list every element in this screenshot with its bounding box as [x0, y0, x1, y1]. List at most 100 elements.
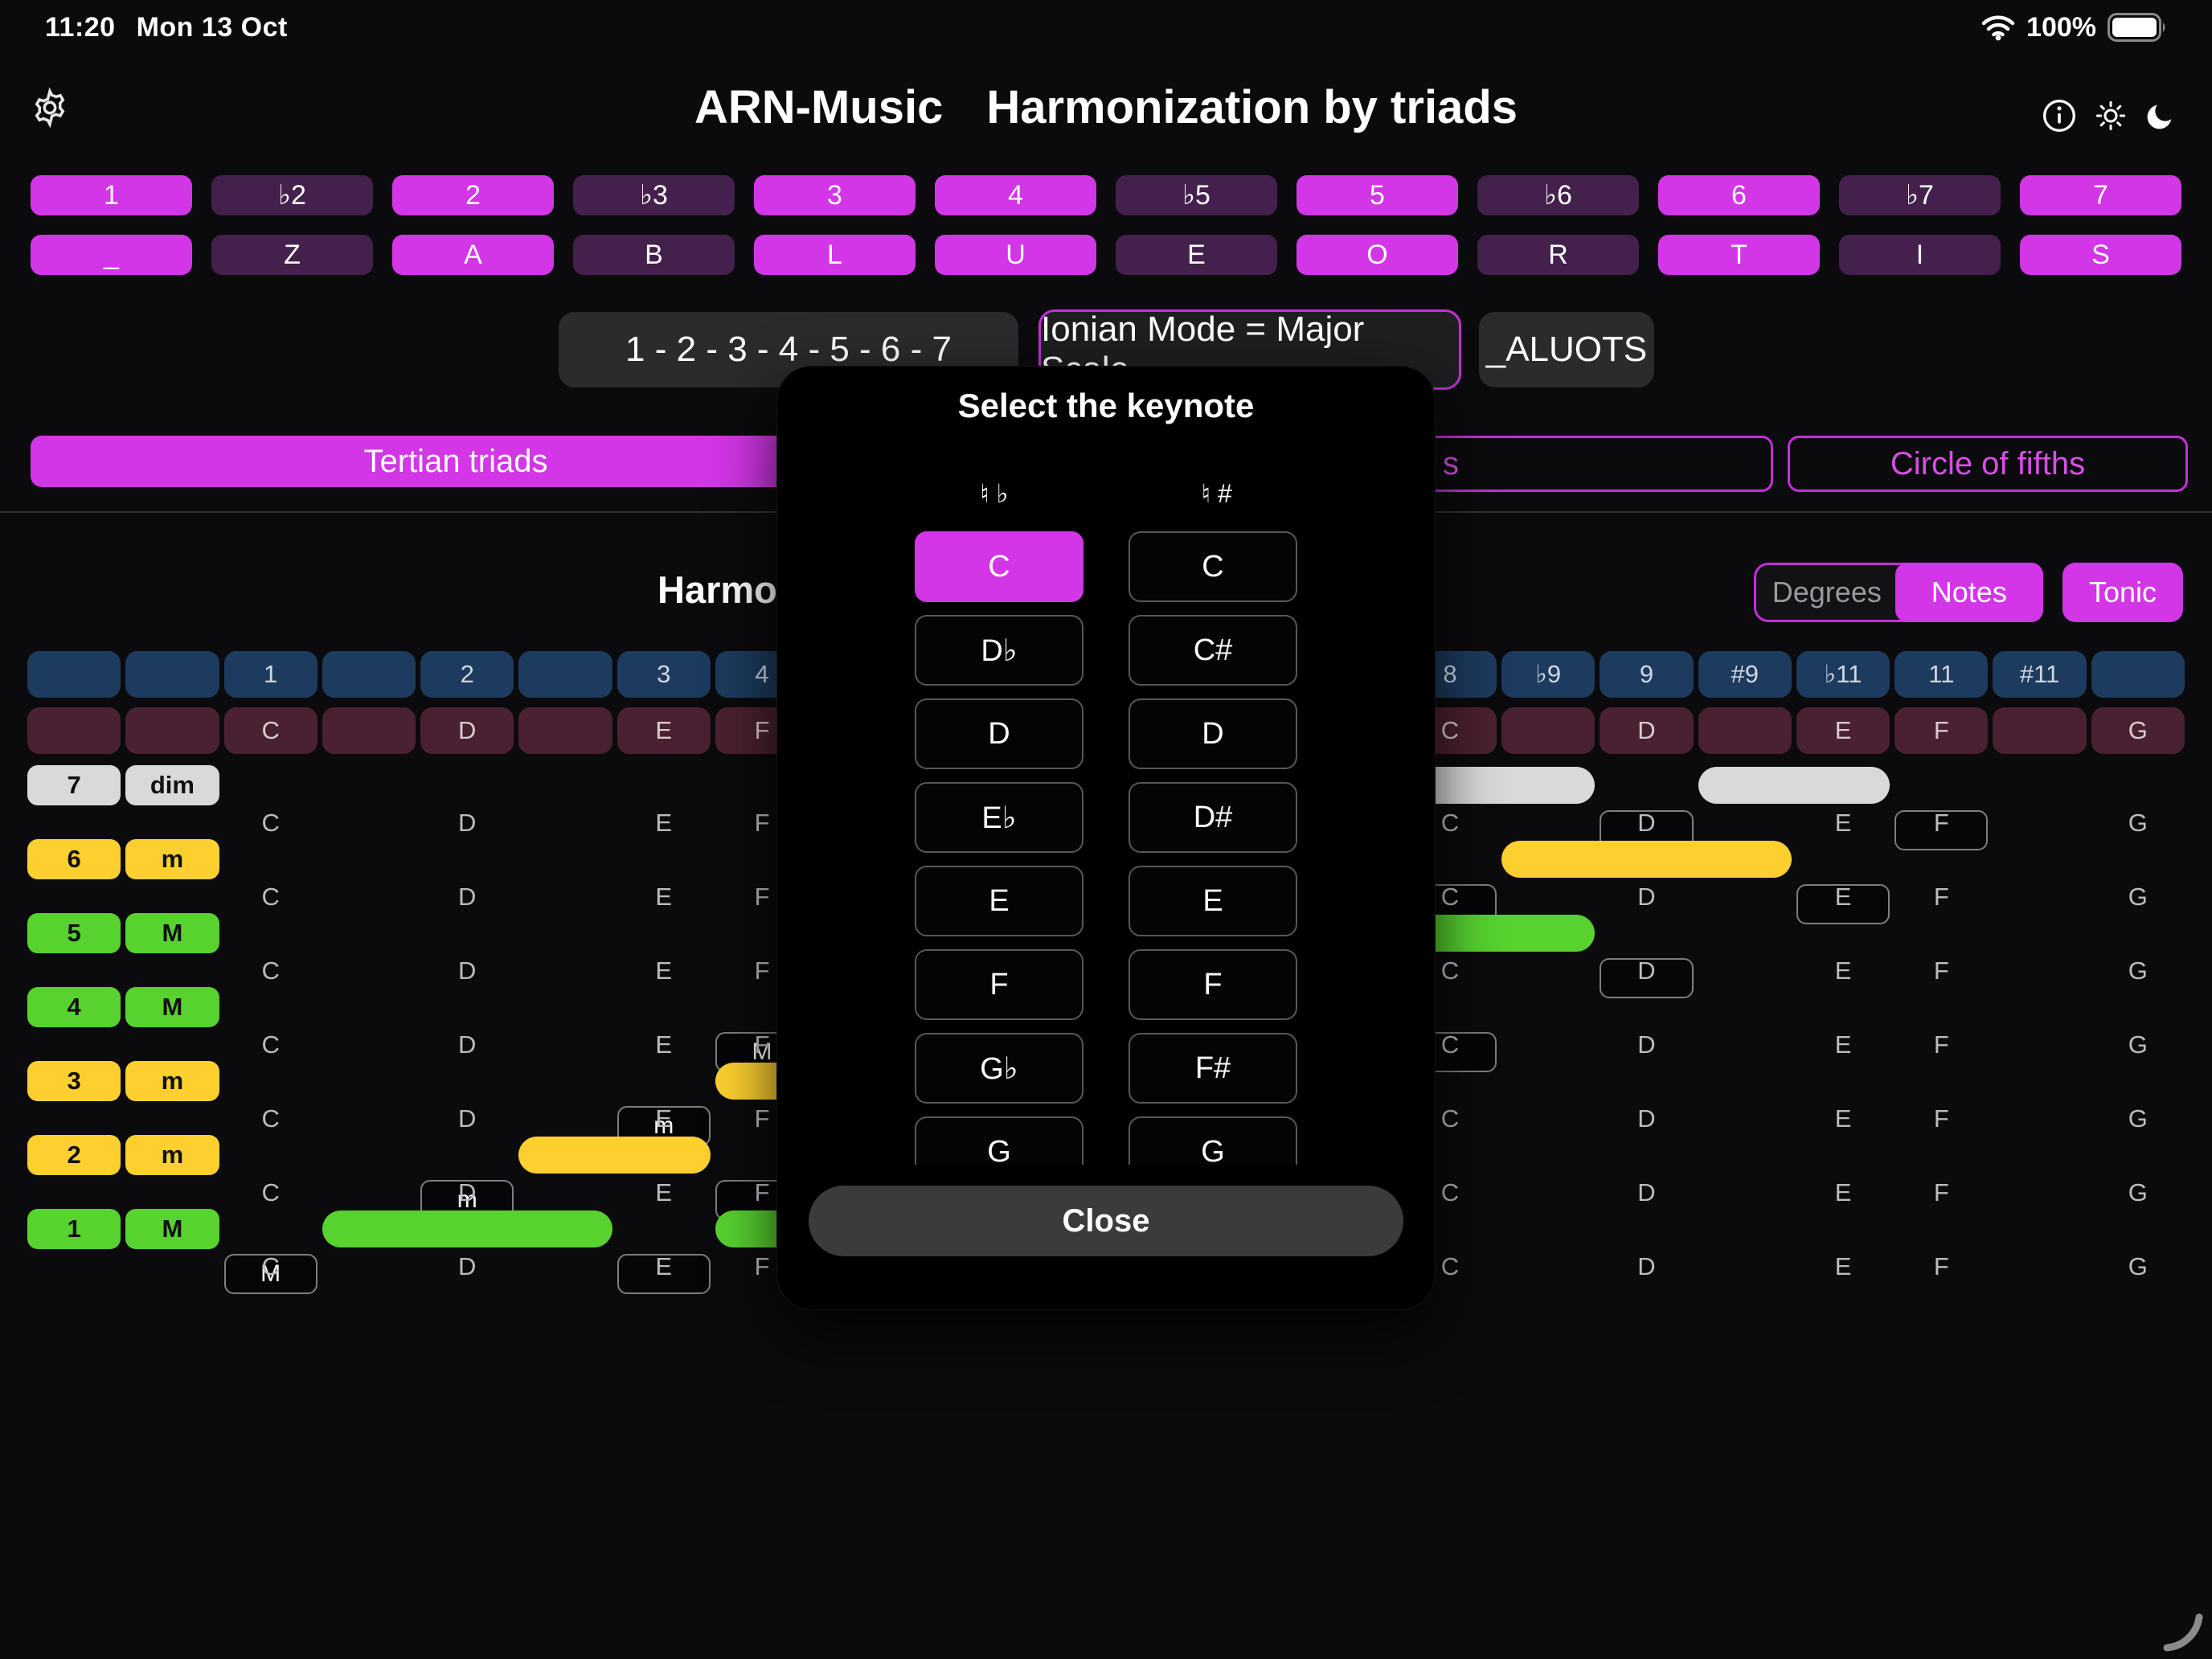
- keynote-flat-D♭[interactable]: D♭: [915, 615, 1083, 686]
- note-letter: D: [420, 1027, 514, 1063]
- degree-pill-4[interactable]: 4: [935, 175, 1096, 215]
- chord-quality-pill[interactable]: m: [125, 1135, 219, 1175]
- letter-pill-O[interactable]: O: [1296, 235, 1458, 275]
- header-note-cell: C: [224, 707, 317, 754]
- keynote-flat-F[interactable]: F: [915, 949, 1083, 1020]
- degree-pill-♭7[interactable]: ♭7: [1839, 175, 2001, 215]
- letter-pill-L[interactable]: L: [754, 235, 916, 275]
- app-subtitle: Harmonization by triads: [986, 80, 1518, 134]
- close-button[interactable]: Close: [809, 1186, 1403, 1256]
- header-degree-cell: #9: [1698, 651, 1792, 698]
- note-letter: C: [224, 1101, 317, 1137]
- letter-pill-_[interactable]: _: [31, 235, 192, 275]
- keynote-sharp-G[interactable]: G: [1129, 1116, 1297, 1165]
- note-letter: G: [2091, 879, 2185, 915]
- chord-quality-pill[interactable]: M: [125, 1209, 219, 1249]
- note-letter: C: [224, 879, 317, 915]
- degree-number-pill[interactable]: 5: [27, 913, 121, 953]
- degree-pill-♭5[interactable]: ♭5: [1116, 175, 1277, 215]
- letter-pill-Z[interactable]: Z: [211, 235, 373, 275]
- letter-pill-B[interactable]: B: [573, 235, 735, 275]
- degree-pill-5[interactable]: 5: [1296, 175, 1458, 215]
- degree-pill-7[interactable]: 7: [2020, 175, 2181, 215]
- status-bar: 11:20 Mon 13 Oct 100%: [0, 8, 2212, 47]
- word-button[interactable]: _ALUOTS: [1479, 312, 1654, 387]
- header-note-cell: [27, 707, 121, 754]
- light-mode-sun-icon[interactable]: [2095, 100, 2127, 132]
- chord-bar: [1501, 841, 1792, 878]
- keynote-sharp-D#[interactable]: D#: [1129, 782, 1297, 853]
- note-letter: E: [617, 1101, 711, 1137]
- note-letter: D: [420, 953, 514, 989]
- header-note-cell: E: [1796, 707, 1890, 754]
- header-degree-cell: 3: [617, 651, 711, 698]
- degree-number-pill[interactable]: 1: [27, 1209, 121, 1249]
- degree-pill-♭3[interactable]: ♭3: [573, 175, 735, 215]
- letter-pill-A[interactable]: A: [392, 235, 554, 275]
- toggle-degrees[interactable]: Degrees: [1756, 565, 1898, 620]
- chord-quality-pill[interactable]: m: [125, 1061, 219, 1101]
- header-degree-cell: [27, 651, 121, 698]
- keynote-sharp-F[interactable]: F: [1129, 949, 1297, 1020]
- degree-number-pill[interactable]: 2: [27, 1135, 121, 1175]
- note-letter: E: [617, 1175, 711, 1210]
- degree-pill-6[interactable]: 6: [1658, 175, 1820, 215]
- chord-quality-pill[interactable]: M: [125, 913, 219, 953]
- note-letter: E: [1796, 1249, 1890, 1284]
- note-letter: D: [420, 879, 514, 915]
- keynote-row: E♭ D#: [915, 782, 1297, 853]
- degree-pill-♭2[interactable]: ♭2: [211, 175, 373, 215]
- note-letter: E: [1796, 879, 1890, 915]
- tab-circle-of-fifths[interactable]: Circle of fifths: [1788, 436, 2188, 492]
- degree-pill-1[interactable]: 1: [31, 175, 192, 215]
- note-letter: C: [224, 1027, 317, 1063]
- letter-pill-S[interactable]: S: [2020, 235, 2181, 275]
- note-letter: E: [617, 953, 711, 989]
- page-title: ARN-Music Harmonization by triads: [0, 80, 2212, 134]
- note-letter: C: [224, 953, 317, 989]
- note-letter: F: [1895, 879, 1988, 915]
- keynote-flat-E♭[interactable]: E♭: [915, 782, 1083, 853]
- note-letter: F: [1895, 1101, 1988, 1137]
- keynote-flat-G[interactable]: G: [915, 1116, 1083, 1165]
- degree-pill-3[interactable]: 3: [754, 175, 916, 215]
- keynote-sharp-C#[interactable]: C#: [1129, 615, 1297, 686]
- note-letter: D: [1600, 953, 1693, 989]
- degree-number-pill[interactable]: 4: [27, 987, 121, 1027]
- info-icon[interactable]: [2042, 98, 2077, 133]
- letter-pill-U[interactable]: U: [935, 235, 1096, 275]
- degree-number-pill[interactable]: 6: [27, 839, 121, 879]
- degree-pill-2[interactable]: 2: [392, 175, 554, 215]
- keynote-row: G♭ F#: [915, 1033, 1297, 1104]
- chord-quality-pill[interactable]: M: [125, 987, 219, 1027]
- note-letter: C: [224, 1249, 317, 1284]
- chord-quality-pill[interactable]: m: [125, 839, 219, 879]
- keynote-sharp-E[interactable]: E: [1129, 866, 1297, 936]
- keynote-flat-C[interactable]: C: [915, 531, 1083, 602]
- keynote-flat-E[interactable]: E: [915, 866, 1083, 936]
- letter-pill-R[interactable]: R: [1477, 235, 1639, 275]
- header-note-cell: [1698, 707, 1792, 754]
- dark-mode-moon-icon[interactable]: [2144, 100, 2177, 132]
- keynote-sharp-F#[interactable]: F#: [1129, 1033, 1297, 1104]
- degree-number-pill[interactable]: 7: [27, 765, 121, 805]
- chord-quality-pill[interactable]: dim: [125, 765, 219, 805]
- date: Mon 13 Oct: [137, 12, 288, 43]
- note-letter: G: [2091, 953, 2185, 989]
- degree-number-pill[interactable]: 3: [27, 1061, 121, 1101]
- note-letter: D: [1600, 1027, 1693, 1063]
- letter-pill-I[interactable]: I: [1839, 235, 2001, 275]
- letter-pill-E[interactable]: E: [1116, 235, 1277, 275]
- keynote-flat-G♭[interactable]: G♭: [915, 1033, 1083, 1104]
- tab-tertian-triads[interactable]: Tertian triads: [31, 436, 881, 487]
- letter-pill-T[interactable]: T: [1658, 235, 1820, 275]
- keynote-sharp-C[interactable]: C: [1129, 531, 1297, 602]
- degree-pill-♭6[interactable]: ♭6: [1477, 175, 1639, 215]
- note-letter: D: [420, 1175, 514, 1210]
- keynote-flat-D[interactable]: D: [915, 698, 1083, 769]
- keynote-sharp-D[interactable]: D: [1129, 698, 1297, 769]
- tonic-button[interactable]: Tonic: [2062, 563, 2183, 622]
- note-letter: C: [224, 1175, 317, 1210]
- header-note-cell: [1993, 707, 2086, 754]
- toggle-notes[interactable]: Notes: [1895, 563, 2043, 622]
